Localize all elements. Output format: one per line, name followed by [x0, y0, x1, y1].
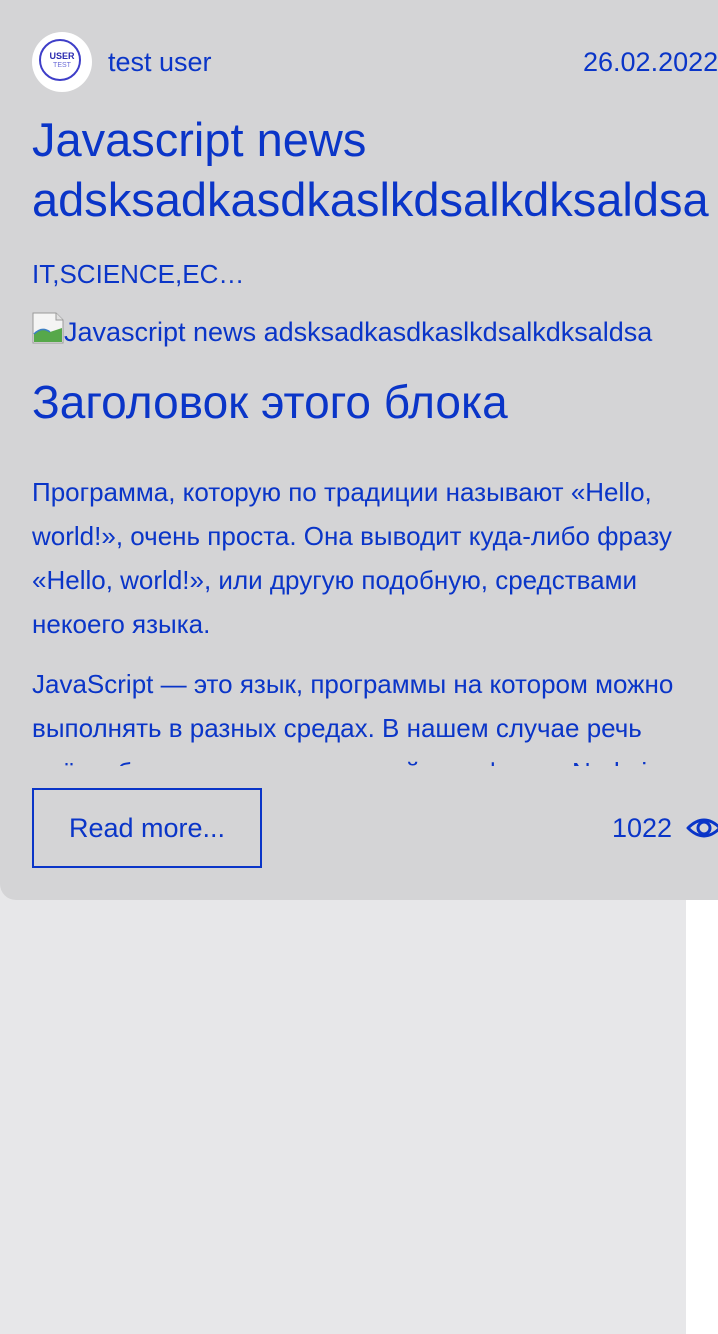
block-heading: Заголовок этого блока [32, 376, 508, 428]
avatar-logo-text: USER [49, 51, 75, 61]
paragraph-2: JavaScript — это язык, программы на кото… [32, 662, 718, 766]
post-card: USER TEST test user 26.02.2022 Javascrip… [0, 0, 718, 900]
paragraph-1: Программа, которую по традиции называют … [32, 470, 718, 646]
paragraph-line: идёт о браузерах и о серверной платформе… [32, 757, 667, 766]
views-count: 1022 [612, 813, 673, 843]
eye-icon [686, 818, 718, 838]
post-title-line-2: adsksadkasdkaslkdsalkdksaldsa [32, 173, 709, 226]
post-image: Javascript news adsksadkasdkaslkdsalkdks… [32, 312, 652, 356]
paragraph-line: «Hello, world!», или другую подобную, ср… [32, 565, 638, 595]
paragraph-line: world!», очень проста. Она выводит куда-… [32, 521, 672, 551]
paragraph-line: выполнять в разных средах. В нашем случа… [32, 713, 642, 743]
post-body: Программа, которую по традиции называют … [32, 470, 718, 766]
post-date: 26.02.2022 [583, 47, 718, 77]
post-card-content: USER TEST test user 26.02.2022 Javascrip… [32, 32, 718, 868]
post-image-alt: Javascript news adsksadkasdkaslkdsalkdks… [64, 317, 653, 347]
post-tags[interactable]: IT,SCIENCE,EC… [32, 258, 244, 290]
broken-image-icon [32, 312, 64, 344]
post-title[interactable]: Javascript news adsksadkasdkaslkdsalkdks… [32, 110, 709, 230]
paragraph-line: некоего языка. [32, 609, 211, 639]
paragraph-line: Программа, которую по традиции называют … [32, 477, 652, 507]
author-name[interactable]: test user [108, 46, 212, 78]
avatar[interactable]: USER TEST [32, 32, 92, 92]
avatar-logo-subtext: TEST [53, 62, 71, 69]
paragraph-line: JavaScript — это язык, программы на кото… [32, 669, 674, 699]
post-title-line-1: Javascript news [32, 113, 367, 166]
post-header: USER TEST test user 26.02.2022 [32, 32, 718, 92]
read-more-button[interactable]: Read more... [32, 788, 262, 868]
